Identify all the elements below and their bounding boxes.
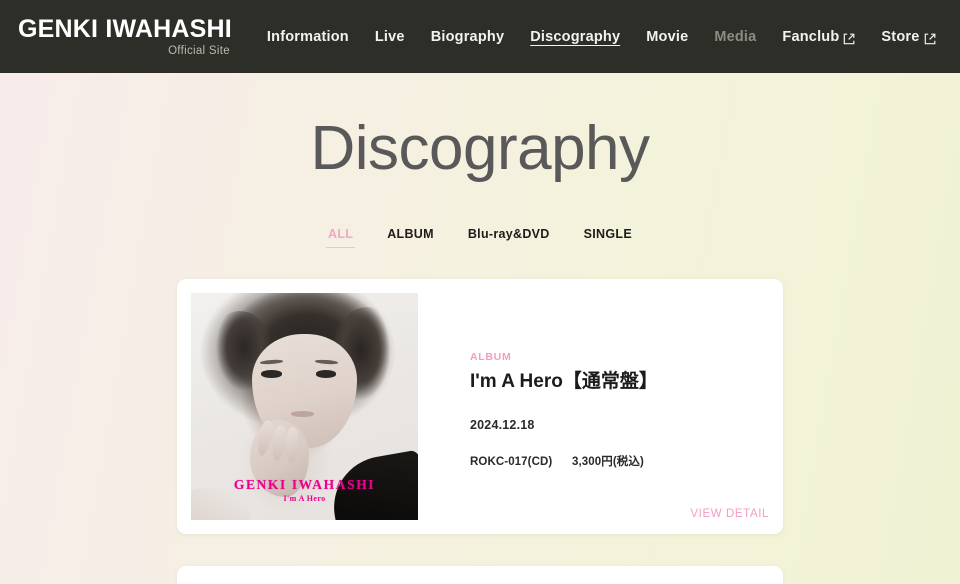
release-card[interactable] (177, 566, 783, 584)
nav-label: Fanclub (782, 29, 840, 46)
site-logo[interactable]: GENKI IWAHASHI Official Site (18, 14, 232, 58)
release-title: I'm A Hero【通常盤】 (470, 371, 658, 393)
filter-tab-single[interactable]: SINGLE (567, 227, 649, 248)
nav-item-biography[interactable]: Biography (418, 24, 518, 51)
nav-item-discography[interactable]: Discography (517, 24, 633, 51)
nav-item-live[interactable]: Live (362, 24, 418, 51)
nav-item-fanclub[interactable]: Fanclub (769, 24, 868, 51)
filter-tab-bluray-dvd[interactable]: Blu-ray&DVD (451, 227, 567, 248)
album-artwork[interactable]: GENKI IWAHASHI I'm A Hero (191, 293, 418, 521)
view-detail-link[interactable]: VIEW DETAIL (690, 508, 769, 520)
page-title: Discography (310, 114, 650, 183)
artwork-lips (290, 411, 314, 417)
nav-item-store[interactable]: Store (868, 24, 948, 51)
artwork-artist-text: GENKI IWAHASHI (233, 476, 376, 492)
artwork-eye-right (315, 370, 337, 378)
nav-label: Store (881, 29, 920, 46)
brand-subtitle: Official Site (168, 45, 230, 58)
external-link-icon (924, 33, 936, 45)
nav-label: Discography (530, 29, 621, 46)
release-price: 3,300円(税込) (571, 455, 644, 468)
discography-filter-tabs: ALL ALBUM Blu-ray&DVD SINGLE (0, 227, 960, 249)
release-date: 2024.12.18 (470, 417, 535, 432)
nav-label: Information (266, 29, 349, 46)
artwork-eye-left (261, 370, 282, 378)
release-info: ALBUM I'm A Hero【通常盤】 2024.12.18 ROKC-01… (418, 293, 769, 520)
brand-title: GENKI IWAHASHI (18, 14, 232, 43)
filter-tab-album[interactable]: ALBUM (370, 227, 451, 248)
nav-label: Biography (430, 29, 505, 46)
nav-label: Movie (646, 29, 689, 46)
release-list: GENKI IWAHASHI I'm A Hero ALBUM I'm A He… (0, 279, 960, 584)
site-header: GENKI IWAHASHI Official Site Information… (0, 0, 960, 73)
release-meta: ROKC-017(CD) 3,300円(税込) (470, 453, 769, 469)
nav-label: Live (374, 29, 405, 46)
release-catalog-number: ROKC-017(CD) (470, 455, 553, 468)
artwork-album-text: I'm A Hero (283, 494, 326, 504)
release-card[interactable]: GENKI IWAHASHI I'm A Hero ALBUM I'm A He… (177, 279, 783, 535)
nav-item-information[interactable]: Information (254, 24, 362, 51)
main-navigation: Information Live Biography Discography M… (254, 24, 949, 51)
nav-item-movie[interactable]: Movie (633, 24, 701, 51)
external-link-icon (843, 33, 855, 45)
filter-tab-all[interactable]: ALL (311, 227, 370, 249)
nav-label: Media (714, 29, 757, 46)
release-type-badge: ALBUM (470, 351, 512, 364)
nav-item-media[interactable]: Media (701, 24, 769, 51)
